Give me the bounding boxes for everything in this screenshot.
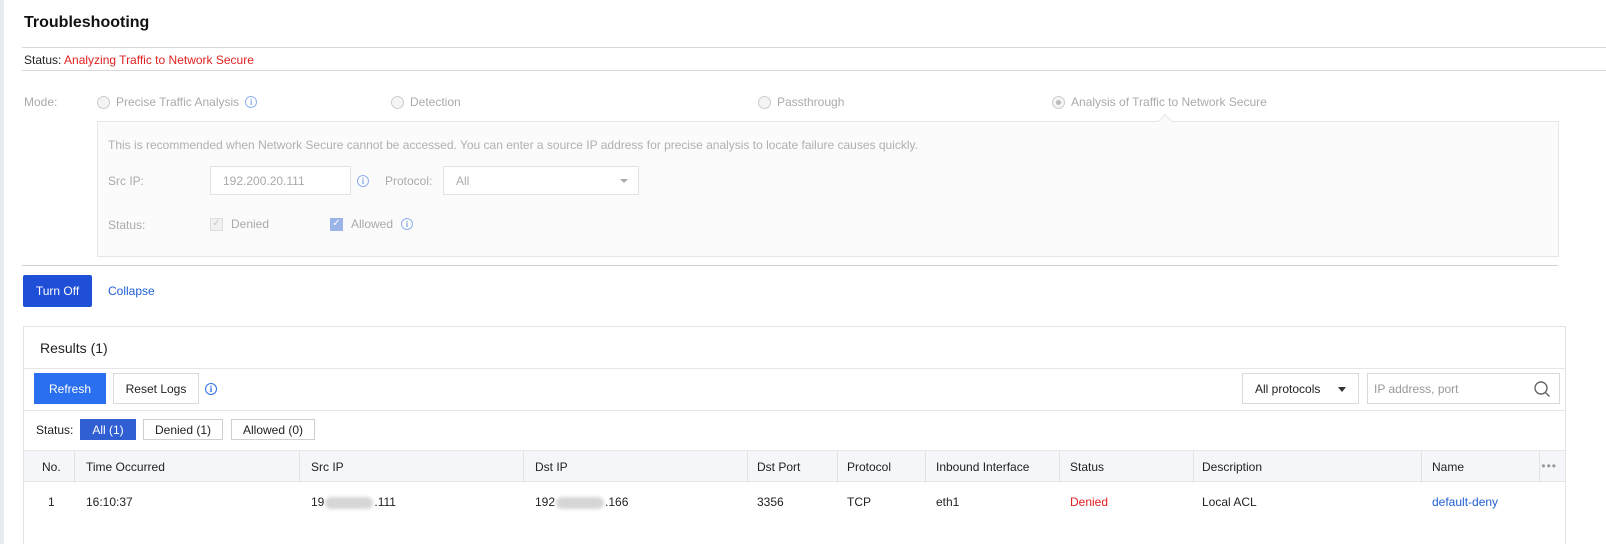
search-icon[interactable] bbox=[1533, 380, 1551, 398]
cell-dst-ip: 192 .166 bbox=[535, 495, 628, 509]
src-ip-prefix: 19 bbox=[311, 495, 325, 509]
radio-circle-icon bbox=[97, 95, 110, 109]
status-label: Status: bbox=[24, 53, 62, 67]
radio-label: Precise Traffic Analysis bbox=[116, 95, 240, 109]
redacted-mask bbox=[556, 496, 605, 509]
column-separator bbox=[1193, 451, 1194, 483]
radio-passthrough[interactable]: Passthrough bbox=[758, 95, 844, 109]
caret-down-icon bbox=[1338, 387, 1346, 392]
mode-settings-box: This is recommended when Network Secure … bbox=[97, 113, 1559, 257]
checkbox-checked-icon: ✓ bbox=[210, 217, 223, 231]
divider bbox=[24, 368, 1565, 369]
caret bbox=[1157, 113, 1173, 129]
status-filter-label: Status: bbox=[36, 423, 74, 437]
protocol-filter-value: All protocols bbox=[1255, 381, 1321, 396]
more-options-icon[interactable]: ••• bbox=[1541, 459, 1557, 473]
radio-label: Analysis of Traffic to Network Secure bbox=[1071, 95, 1267, 109]
protocol-value: All bbox=[456, 173, 470, 188]
collapse-link[interactable]: Collapse bbox=[108, 284, 155, 298]
status-filter-label: Status: bbox=[108, 218, 146, 232]
info-icon[interactable]: i bbox=[245, 96, 258, 108]
checkbox-denied[interactable]: ✓ Denied bbox=[210, 217, 269, 231]
radio-label: Detection bbox=[410, 95, 461, 109]
radio-precise-traffic-analysis[interactable]: Precise Traffic Analysis i bbox=[97, 95, 258, 109]
mode-description: This is recommended when Network Secure … bbox=[108, 138, 918, 152]
src-ip-input[interactable]: 192.200.20.111 bbox=[210, 166, 351, 195]
radio-detection[interactable]: Detection bbox=[391, 95, 461, 109]
cell-time: 16:10:37 bbox=[86, 495, 133, 509]
column-header-inbound-interface[interactable]: Inbound Interface bbox=[936, 460, 1029, 474]
radio-selected-icon bbox=[1052, 95, 1065, 109]
divider bbox=[22, 47, 1606, 48]
filter-allowed-button[interactable]: Allowed (0) bbox=[231, 419, 315, 440]
dst-ip-suffix: .166 bbox=[605, 495, 629, 509]
cell-status: Denied bbox=[1070, 495, 1109, 509]
results-panel: Results (1) Refresh Reset Logs i All pro… bbox=[23, 326, 1566, 544]
column-separator bbox=[1539, 451, 1540, 483]
filter-denied-button[interactable]: Denied (1) bbox=[143, 419, 223, 440]
protocol-label: Protocol: bbox=[385, 174, 433, 188]
status-line: Status: Analyzing Traffic to Network Sec… bbox=[24, 53, 254, 67]
turn-off-button[interactable]: Turn Off bbox=[23, 275, 92, 307]
divider bbox=[22, 265, 1558, 266]
src-ip-suffix: .111 bbox=[374, 495, 396, 509]
divider bbox=[22, 70, 1606, 71]
column-header-no[interactable]: No. bbox=[42, 460, 61, 474]
info-icon[interactable]: i bbox=[357, 175, 369, 187]
column-separator bbox=[925, 451, 926, 483]
search-input[interactable]: IP address, port bbox=[1367, 373, 1560, 404]
src-ip-value: 192.200.20.111 bbox=[223, 173, 305, 188]
column-header-time[interactable]: Time Occurred bbox=[86, 460, 165, 474]
dst-ip-prefix: 192 bbox=[535, 495, 556, 509]
mode-label: Mode: bbox=[24, 95, 58, 109]
mode-row: Mode: Precise Traffic Analysis i Detecti… bbox=[24, 95, 1584, 111]
protocol-select[interactable]: All bbox=[443, 166, 639, 195]
cell-no: 1 bbox=[48, 495, 55, 509]
cell-interface: eth1 bbox=[936, 495, 960, 509]
column-separator bbox=[747, 451, 748, 483]
checkbox-allowed[interactable]: ✓ Allowed i bbox=[330, 217, 414, 231]
protocol-filter-select[interactable]: All protocols bbox=[1242, 373, 1359, 404]
column-header-protocol[interactable]: Protocol bbox=[847, 460, 891, 474]
redacted-mask bbox=[325, 496, 374, 509]
page-title: Troubleshooting bbox=[24, 14, 150, 31]
column-separator bbox=[837, 451, 838, 483]
cell-description: Local ACL bbox=[1202, 495, 1257, 509]
filter-all-button[interactable]: All (1) bbox=[80, 419, 136, 440]
column-header-src-ip[interactable]: Src IP bbox=[311, 460, 344, 474]
search-placeholder: IP address, port bbox=[1374, 381, 1459, 396]
divider bbox=[24, 410, 1565, 411]
status-value: Analyzing Traffic to Network Secure bbox=[64, 53, 254, 67]
radio-circle-icon bbox=[391, 95, 404, 109]
column-header-status[interactable]: Status bbox=[1070, 460, 1104, 474]
cell-protocol: TCP bbox=[847, 495, 871, 509]
cell-name-link[interactable]: default-deny bbox=[1432, 495, 1498, 509]
column-separator bbox=[74, 451, 75, 483]
column-header-dst-port[interactable]: Dst Port bbox=[757, 460, 800, 474]
info-icon[interactable]: i bbox=[205, 383, 217, 395]
radio-analysis-of-traffic[interactable]: Analysis of Traffic to Network Secure bbox=[1052, 95, 1267, 109]
checkbox-label: Allowed bbox=[351, 217, 394, 231]
column-header-description[interactable]: Description bbox=[1202, 460, 1262, 474]
column-header-name[interactable]: Name bbox=[1432, 460, 1464, 474]
column-separator bbox=[1059, 451, 1060, 483]
refresh-button[interactable]: Refresh bbox=[34, 373, 106, 404]
troubleshooting-panel: Troubleshooting Status: Analyzing Traffi… bbox=[0, 0, 1606, 544]
info-icon[interactable]: i bbox=[401, 218, 414, 230]
cell-dst-port: 3356 bbox=[757, 495, 784, 509]
results-title: Results (1) bbox=[40, 340, 108, 356]
radio-label: Passthrough bbox=[777, 95, 845, 109]
column-separator bbox=[1421, 451, 1422, 483]
column-header-dst-ip[interactable]: Dst IP bbox=[535, 460, 568, 474]
radio-circle-icon bbox=[758, 95, 771, 109]
column-separator bbox=[523, 451, 524, 483]
cell-src-ip: 19 .111 bbox=[311, 495, 396, 509]
table-header: No. Time Occurred Src IP Dst IP Dst Port… bbox=[24, 450, 1565, 483]
chevron-down-icon bbox=[620, 179, 628, 183]
reset-logs-button[interactable]: Reset Logs bbox=[113, 373, 199, 404]
src-ip-label: Src IP: bbox=[108, 174, 145, 188]
checkbox-label: Denied bbox=[231, 217, 270, 231]
column-separator bbox=[299, 451, 300, 483]
checkbox-checked-icon: ✓ bbox=[330, 217, 343, 231]
